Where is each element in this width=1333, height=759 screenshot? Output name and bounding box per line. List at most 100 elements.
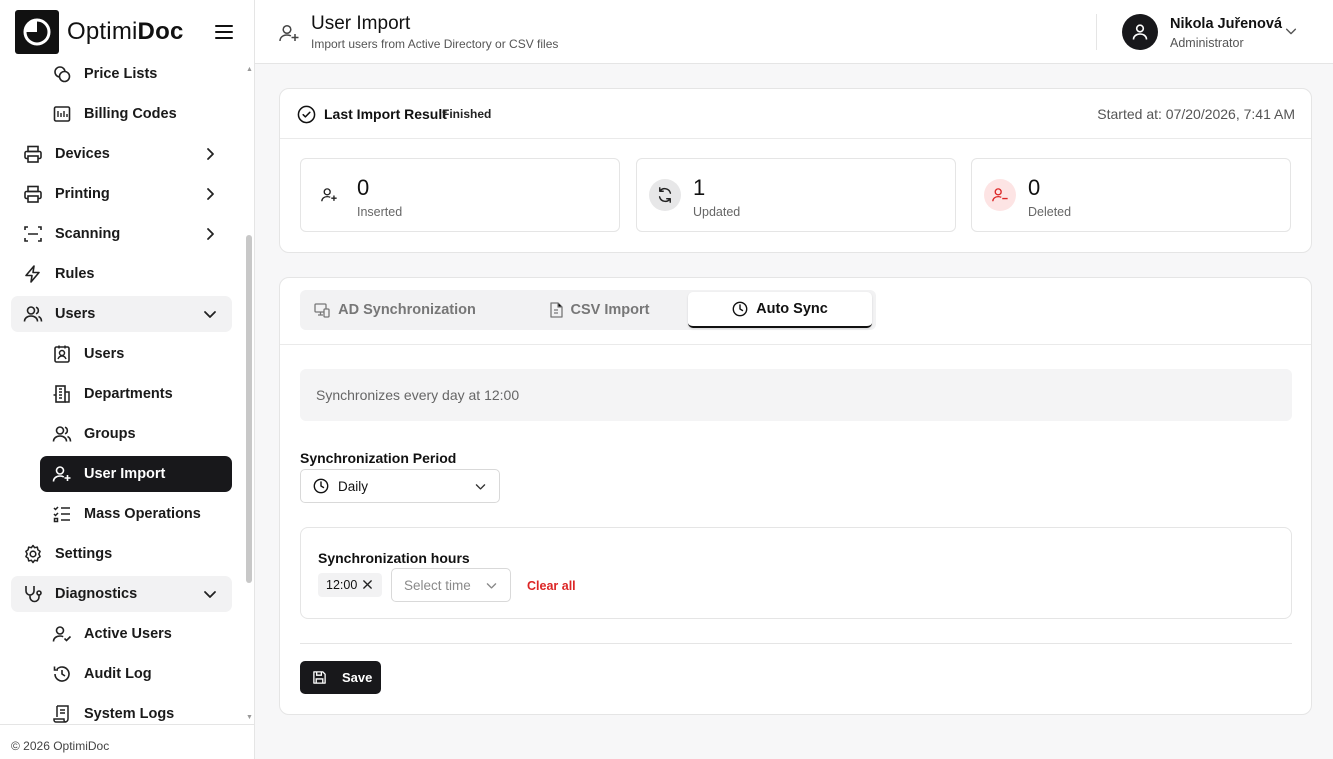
import-settings-card: AD Synchronization CSV Import Auto Sync … [279, 277, 1312, 715]
clock-icon [313, 478, 329, 494]
building-icon [52, 384, 72, 404]
sidebar-item-users[interactable]: Users [40, 336, 232, 372]
tab-label: AD Synchronization [338, 302, 476, 318]
chevron-right-icon [202, 226, 218, 242]
period-select[interactable]: Daily [300, 469, 500, 503]
started-at: Started at: 07/20/2026, 7:41 AM [1097, 106, 1295, 122]
top-header: User Import Import users from Active Dir… [255, 0, 1333, 64]
sidebar-item-label: Departments [84, 386, 173, 402]
tab-divider [280, 344, 1311, 345]
sidebar-item-label: Audit Log [84, 666, 152, 682]
file-icon [549, 302, 563, 318]
time-select[interactable]: Select time [391, 568, 511, 602]
save-icon [312, 670, 327, 685]
save-button[interactable]: Save [300, 661, 381, 694]
avatar[interactable] [1122, 14, 1158, 50]
chevron-down-icon [202, 306, 218, 322]
tab-label: Auto Sync [756, 301, 828, 317]
scroll-up-icon[interactable]: ▲ [246, 66, 253, 73]
page-subtitle: Import users from Active Directory or CS… [311, 37, 559, 51]
logo[interactable] [15, 10, 59, 54]
brand-name-light: Optimi [67, 18, 138, 45]
last-import-header: Last Import Result Finished Started at: … [280, 89, 1311, 139]
brand-name-bold: Doc [137, 18, 184, 45]
sidebar-item-active-users[interactable]: Active Users [40, 616, 232, 652]
close-icon[interactable] [362, 579, 373, 590]
user-plus-icon [52, 464, 72, 484]
hour-chip: 12:00 [318, 573, 382, 597]
sidebar-scrollbar-thumb[interactable] [246, 235, 252, 583]
sidebar-item-system-logs[interactable]: System Logs [40, 696, 232, 724]
sidebar-item-label: Groups [84, 426, 136, 442]
stat-label: Updated [693, 205, 741, 219]
sidebar-item-users-group[interactable]: Users [11, 296, 232, 332]
sidebar-footer: © 2026 OptimiDoc [0, 724, 254, 759]
billing-icon [52, 104, 72, 124]
sidebar-item-price-lists[interactable]: Price Lists [40, 64, 232, 92]
chevron-down-icon [485, 579, 498, 592]
hamburger-icon [215, 25, 233, 39]
sidebar-item-label: Printing [55, 186, 110, 202]
printer-icon [23, 144, 43, 164]
check-circle-icon [297, 105, 316, 124]
tab-ad-synchronization[interactable]: AD Synchronization [300, 292, 490, 328]
stat-value: 0 [357, 175, 370, 200]
chevron-down-icon [474, 480, 487, 493]
time-placeholder: Select time [404, 578, 471, 593]
sidebar-item-label: User Import [84, 466, 166, 482]
chevron-down-icon[interactable] [1284, 24, 1298, 38]
sync-info-box: Synchronizes every day at 12:00 [300, 369, 1292, 421]
sidebar-item-audit-log[interactable]: Audit Log [40, 656, 232, 692]
chevron-right-icon [202, 146, 218, 162]
sidebar-item-diagnostics[interactable]: Diagnostics [11, 576, 232, 612]
sidebar-item-user-import[interactable]: User Import [40, 456, 232, 492]
stat-deleted: 0 Deleted [971, 158, 1291, 232]
save-label: Save [342, 670, 373, 685]
sidebar-item-departments[interactable]: Departments [40, 376, 232, 412]
stethoscope-icon [23, 584, 43, 604]
tab-csv-import[interactable]: CSV Import [504, 292, 694, 328]
sidebar-item-groups[interactable]: Groups [40, 416, 232, 452]
brand-name: OptimiDoc [67, 18, 184, 46]
sidebar-nav: Price Lists Billing Codes Devices Printi… [0, 64, 245, 724]
scroll-down-icon[interactable]: ▼ [246, 714, 253, 721]
form-divider [300, 643, 1292, 644]
logo-icon [23, 18, 51, 46]
stat-updated: 1 Updated [636, 158, 956, 232]
scroll-icon [52, 704, 72, 724]
hour-chip-label: 12:00 [326, 578, 358, 592]
period-value: Daily [338, 479, 369, 494]
tab-auto-sync[interactable]: Auto Sync [688, 292, 872, 328]
clear-all-button[interactable]: Clear all [527, 579, 576, 593]
users-icon [52, 424, 72, 444]
user-check-icon [52, 624, 72, 644]
lightning-icon [23, 264, 43, 284]
scan-icon [23, 224, 43, 244]
stat-label: Inserted [357, 205, 403, 219]
user-name[interactable]: Nikola Juřenová [1170, 16, 1282, 32]
period-label: Synchronization Period [300, 450, 457, 466]
user-role: Administrator [1170, 36, 1244, 50]
hours-label: Synchronization hours [318, 550, 470, 566]
last-import-card: Last Import Result Finished Started at: … [279, 88, 1312, 253]
user-minus-icon [984, 179, 1016, 211]
clock-icon [732, 301, 748, 317]
sidebar-item-scanning[interactable]: Scanning [11, 216, 232, 252]
sidebar-item-settings[interactable]: Settings [11, 536, 232, 572]
sidebar-item-label: Settings [55, 546, 113, 562]
header-divider [1096, 14, 1097, 50]
sidebar-item-label: Billing Codes [84, 106, 177, 122]
sidebar-item-rules[interactable]: Rules [11, 256, 232, 292]
sidebar-item-mass-operations[interactable]: Mass Operations [40, 496, 232, 532]
user-plus-icon [313, 179, 345, 211]
contact-icon [52, 344, 72, 364]
history-icon [52, 664, 72, 684]
menu-toggle-button[interactable] [212, 20, 236, 44]
sidebar-item-label: Scanning [55, 226, 121, 242]
sidebar-item-printing[interactable]: Printing [11, 176, 232, 212]
sidebar-item-label: Mass Operations [84, 506, 201, 522]
sidebar-item-label: System Logs [84, 706, 175, 722]
sidebar-item-label: Active Users [84, 626, 172, 642]
sidebar-item-devices[interactable]: Devices [11, 136, 232, 172]
sidebar-item-billing-codes[interactable]: Billing Codes [40, 96, 232, 132]
